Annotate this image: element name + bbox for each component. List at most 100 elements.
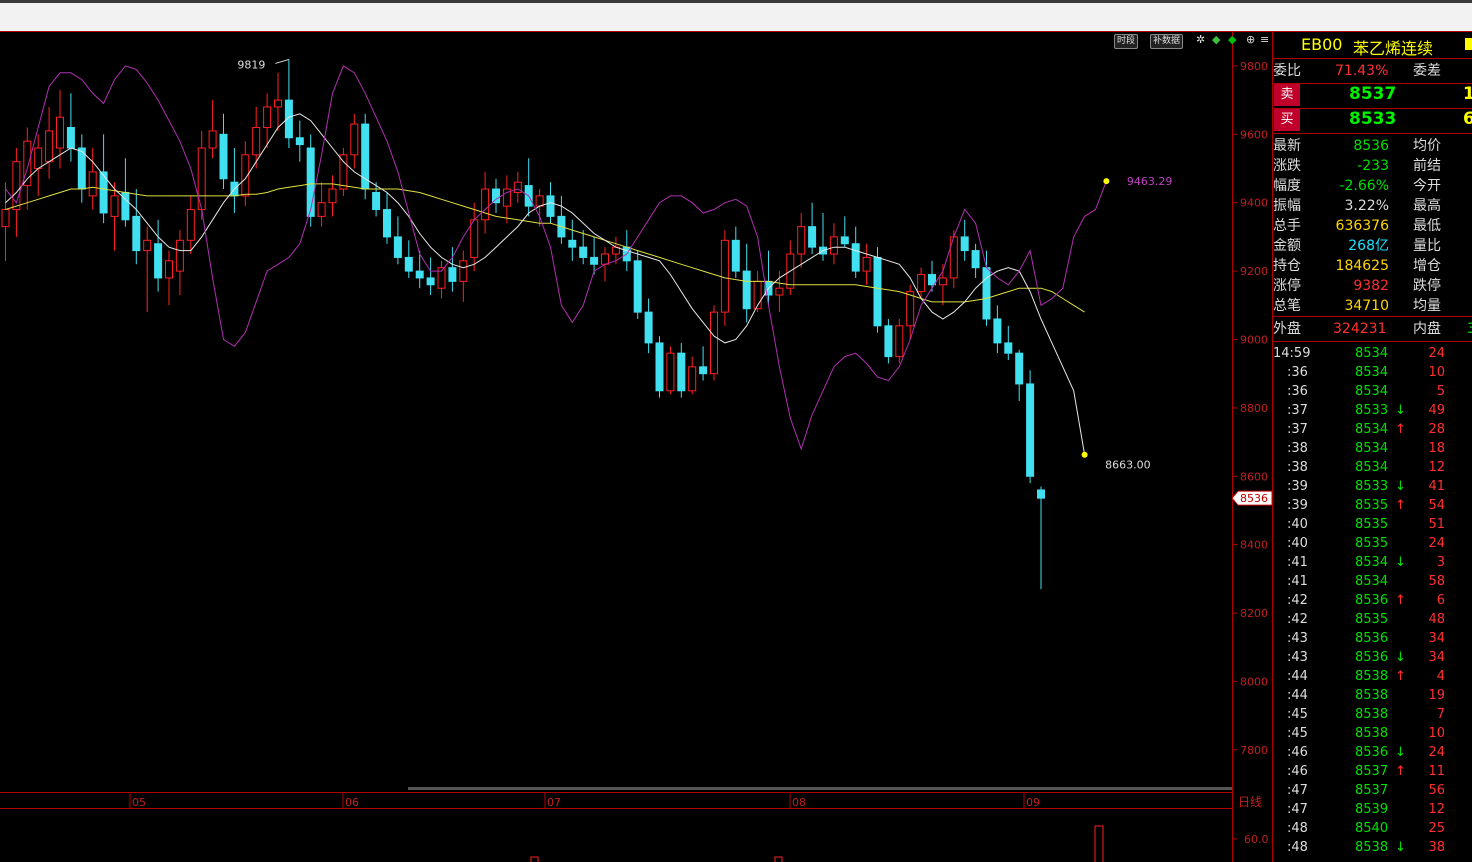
candle-body (339, 154, 348, 190)
candle-body (393, 236, 402, 258)
tick-price: 8534 (1355, 574, 1389, 589)
period-label: 日线 (1238, 795, 1262, 809)
candle-body (208, 130, 217, 149)
candle-body (546, 195, 555, 217)
tick-volume: 38 (1428, 840, 1445, 855)
tick-price: 8535 (1355, 517, 1389, 532)
tick-time: :46 (1287, 764, 1308, 779)
tick-arrow: ↓ (1395, 479, 1406, 494)
tick-row: :37 8533 ↓ 49 (1273, 401, 1472, 420)
tick-volume: 12 (1428, 802, 1445, 817)
stat-label: 总笔 (1273, 298, 1301, 314)
tick-row: :44 8538 ↑ 4 (1273, 667, 1472, 686)
candle-body (132, 215, 141, 252)
candle-body (1015, 352, 1024, 385)
volume-bar (530, 856, 539, 862)
y-tick-label: 8200 (1240, 607, 1268, 620)
candle-body (34, 147, 43, 170)
candle-body (808, 226, 817, 248)
tick-volume: 58 (1428, 574, 1445, 589)
tick-price: 8534 (1355, 460, 1389, 475)
stat-value: 3.22% (1344, 198, 1389, 214)
candle-body (154, 243, 163, 279)
candle-body (535, 195, 544, 207)
tick-row: :43 8536 34 (1273, 629, 1472, 648)
tick-time: :37 (1287, 403, 1308, 418)
lower-axis-label: 60.0 (1244, 833, 1269, 846)
stat-value: 268亿 (1348, 238, 1389, 254)
supplement-data-button[interactable]: 补数据 (1150, 34, 1184, 49)
candle-body (884, 325, 893, 358)
candle-body (873, 256, 882, 327)
tick-row: :39 8533 ↓ 41 (1273, 477, 1472, 496)
candle-body (328, 188, 337, 204)
triangle-icon[interactable]: ◆ (1228, 33, 1236, 46)
y-tick-label: 8400 (1240, 539, 1268, 552)
candle-body (219, 133, 228, 180)
tick-arrow: ↑ (1395, 422, 1406, 437)
tick-price: 8534 (1355, 441, 1389, 456)
candle-body (775, 287, 784, 296)
bid-ratio-row: 委比 71.43% 委差 (1273, 61, 1472, 81)
tick-volume: 24 (1428, 346, 1445, 361)
tick-price: 8533 (1355, 479, 1389, 494)
y-tick-label: 8600 (1240, 470, 1268, 483)
candle-body (938, 277, 947, 286)
tick-row: :38 8534 12 (1273, 458, 1472, 477)
tick-time: :47 (1287, 783, 1308, 798)
tick-time: :42 (1287, 612, 1308, 627)
candle-body (56, 116, 64, 149)
candle-body (633, 260, 642, 313)
menu-icon[interactable]: ≡ (1260, 33, 1269, 46)
sell-label: 卖 (1274, 84, 1300, 106)
candle-body (829, 236, 838, 255)
candle-body (971, 250, 980, 269)
candle-body (492, 188, 500, 204)
tick-row: :46 8537 ↑ 11 (1273, 762, 1472, 781)
candle-body (895, 325, 904, 358)
timeshare-button[interactable]: 时段 (1114, 34, 1139, 49)
bid-diff-label: 委差 (1413, 63, 1441, 79)
candle-body (644, 311, 653, 344)
quote-header: EB00 苯乙烯连续 (1273, 32, 1472, 59)
tick-row: :40 8535 24 (1273, 534, 1472, 553)
candle-body (143, 239, 152, 252)
tick-row: :37 8534 ↑ 28 (1273, 420, 1472, 439)
tick-price: 8535 (1355, 612, 1389, 627)
tick-time: :40 (1287, 536, 1308, 551)
tick-price: 8534 (1355, 422, 1389, 437)
candle-body (862, 256, 871, 272)
tick-row: :47 8539 12 (1273, 800, 1472, 819)
candle-body (415, 270, 424, 279)
tick-price: 8536 (1355, 593, 1389, 608)
tick-volume: 24 (1428, 536, 1445, 551)
settings-icon[interactable]: ✲ (1196, 33, 1205, 46)
stat-row: 幅度 -2.66% 今开 (1273, 176, 1472, 196)
candle-body (426, 277, 435, 286)
tick-time: :39 (1287, 498, 1308, 513)
tick-volume: 11 (1428, 764, 1445, 779)
diamond-icon[interactable]: ◆ (1212, 33, 1220, 46)
candle-body (350, 123, 359, 156)
tick-row: :46 8536 ↓ 24 (1273, 743, 1472, 762)
candle-body (252, 126, 261, 156)
lock-icon[interactable]: ⊕ (1246, 33, 1255, 46)
tick-volume: 28 (1428, 422, 1445, 437)
stat-label: 涨停 (1273, 278, 1301, 294)
candle-body (165, 260, 173, 279)
tick-price: 8534 (1355, 365, 1389, 380)
buy-volume: 6 (1463, 109, 1472, 129)
y-tick-label: 8800 (1240, 402, 1268, 415)
candle-body (960, 236, 969, 252)
tick-row: :44 8538 19 (1273, 686, 1472, 705)
tick-row: 14:59 8534 24 (1273, 344, 1472, 363)
tick-price: 8538 (1355, 840, 1389, 855)
tick-time: :48 (1287, 821, 1308, 836)
candle-body (186, 209, 195, 241)
panel-toggle-icon[interactable] (1465, 38, 1472, 50)
candle-body (45, 130, 54, 163)
candle-body (448, 267, 457, 282)
candle-body (470, 219, 479, 258)
candle-body (731, 239, 740, 272)
kline-chart[interactable]: 7800 8000 8200 8400 8600 8800 9000 9200 9400 9600… (0, 32, 1272, 862)
